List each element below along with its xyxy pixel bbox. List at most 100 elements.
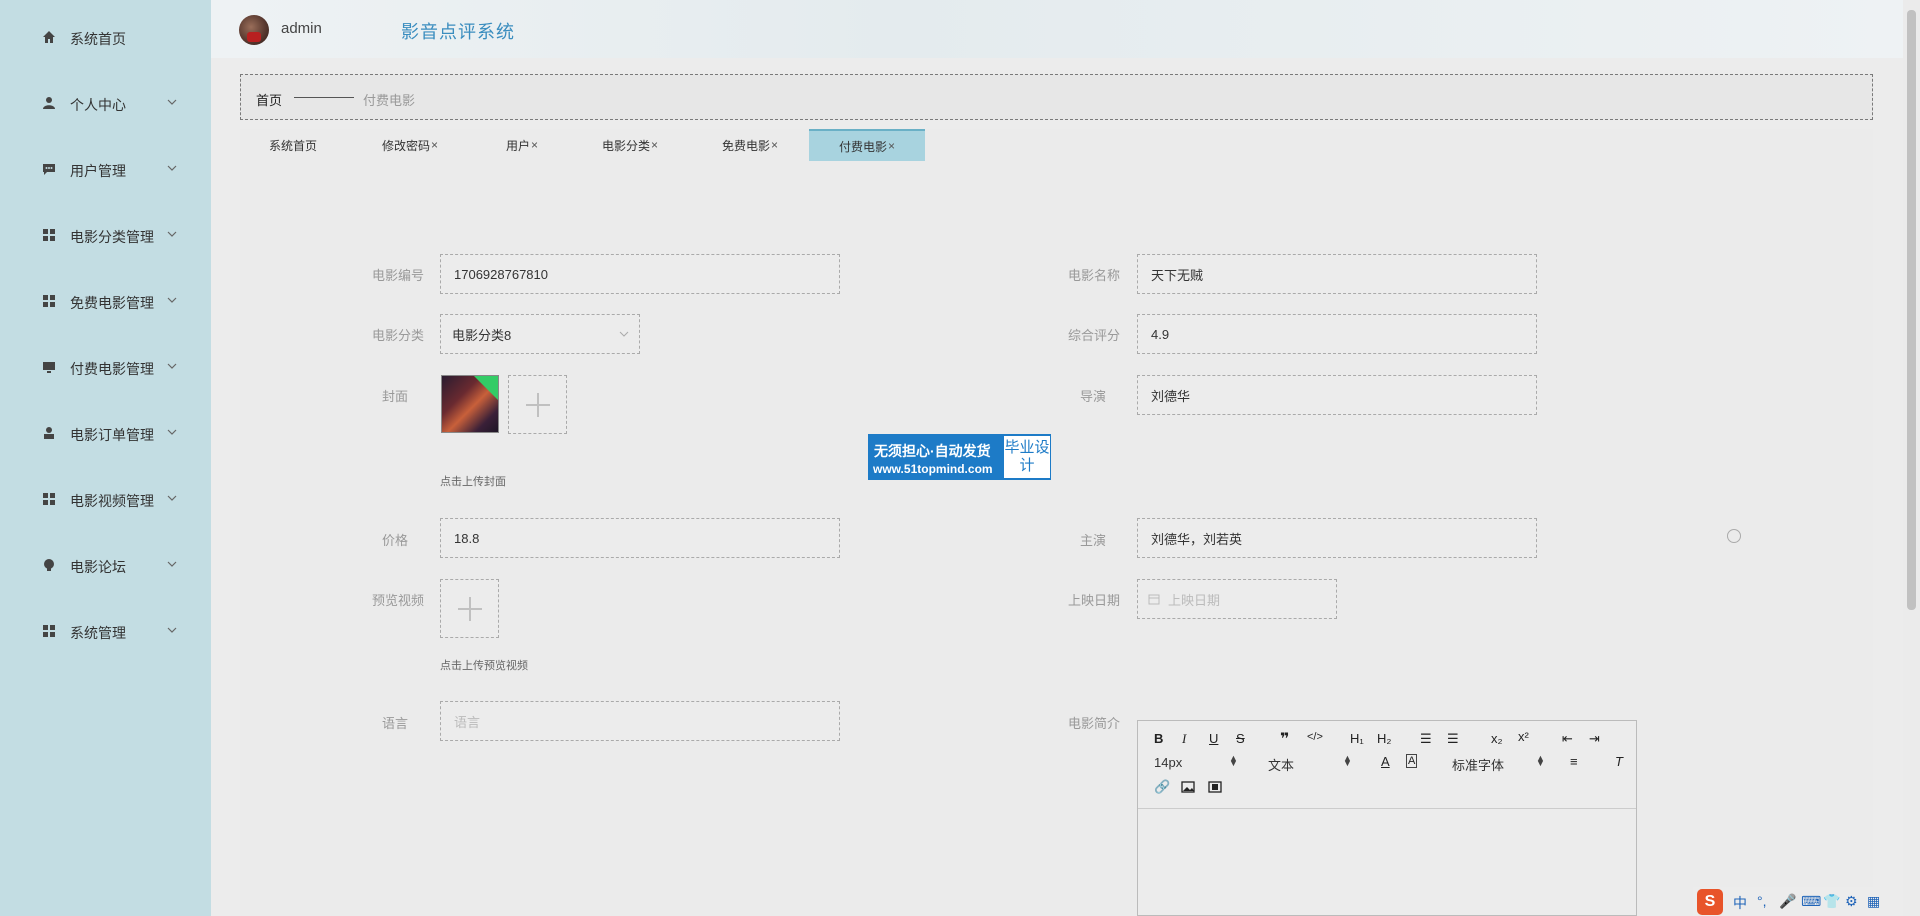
sidebar-item-videos[interactable]: 电影视频管理 <box>0 484 211 514</box>
price-input[interactable]: 18.8 <box>440 518 840 558</box>
breadcrumb-home[interactable]: 首页 <box>256 90 282 109</box>
close-icon[interactable]: × <box>771 138 778 152</box>
scroll-thumb[interactable] <box>1907 10 1916 610</box>
sidebar-item-label: 电影视频管理 <box>70 493 154 509</box>
category-select[interactable]: 电影分类8 <box>440 314 640 354</box>
indent-icon[interactable]: ⇥ <box>1589 731 1600 747</box>
sidebar-item-home[interactable]: 系统首页 <box>0 22 211 52</box>
grid-icon <box>43 229 55 241</box>
release-date-picker[interactable]: 上映日期 <box>1137 579 1337 619</box>
category-select-value: 电影分类8 <box>452 327 512 343</box>
font-family-select[interactable]: 标准字体 <box>1452 755 1504 774</box>
sidebar-item-label: 用户管理 <box>70 163 126 179</box>
ime-language[interactable]: 中 <box>1733 893 1747 913</box>
video-icon[interactable] <box>1208 781 1222 793</box>
blockquote-icon[interactable]: ❞ <box>1280 729 1289 749</box>
tab-users[interactable]: 用户 × <box>492 129 552 161</box>
ime-toolbar: S 中 °, 🎤 ⌨ 👕 ⚙ ▦ <box>1693 887 1903 916</box>
chat-icon <box>43 164 55 175</box>
cover-thumbnail[interactable] <box>441 375 499 433</box>
subscript-icon[interactable]: x₂ <box>1491 731 1503 746</box>
sidebar-item-orders[interactable]: 电影订单管理 <box>0 418 211 448</box>
select-arrows-icon: ▲ ▼ <box>1536 753 1545 768</box>
label-movie-name: 电影名称 <box>1067 268 1120 283</box>
breadcrumb: 首页 付费电影 <box>240 74 1873 120</box>
sidebar-item-system[interactable]: 系统管理 <box>0 616 211 646</box>
sidebar-item-free-movies[interactable]: 免费电影管理 <box>0 286 211 316</box>
header1-icon[interactable]: H₁ <box>1350 731 1364 746</box>
tab-free-movies[interactable]: 免费电影 × <box>710 129 790 161</box>
label-price: 价格 <box>381 533 408 548</box>
bullet-list-icon[interactable]: ☰ <box>1447 731 1459 747</box>
intro-rich-editor[interactable]: B I U S ❞ </> H₁ H₂ ☰ ☰ x₂ x² ⇤ ⇥ 14px ▲… <box>1137 720 1637 916</box>
user-icon <box>43 97 55 109</box>
monitor-icon <box>43 362 55 373</box>
background-color-icon[interactable]: A <box>1406 754 1418 768</box>
chevron-down-icon <box>167 231 177 237</box>
watermark-badge: 无须担心·自动发货 www.51topmind.com 毕业设计 <box>868 434 1051 480</box>
close-icon[interactable]: × <box>431 138 438 152</box>
strike-icon[interactable]: S <box>1236 731 1245 746</box>
bold-icon[interactable]: B <box>1154 731 1163 746</box>
rating-input[interactable]: 4.9 <box>1137 314 1537 354</box>
avatar[interactable] <box>239 15 269 45</box>
chevron-down-icon <box>167 627 177 633</box>
underline-icon[interactable]: U <box>1209 731 1218 746</box>
sidebar-item-profile[interactable]: 个人中心 <box>0 88 211 118</box>
close-icon[interactable]: × <box>651 138 658 152</box>
outdent-icon[interactable]: ⇤ <box>1562 731 1573 747</box>
admin-name[interactable]: admin <box>281 20 322 37</box>
tab-label: 系统首页 <box>268 138 317 153</box>
sidebar-item-label: 电影订单管理 <box>70 427 154 443</box>
tab-home[interactable]: 系统首页 <box>258 129 328 161</box>
preview-upload-button[interactable] <box>440 579 499 638</box>
superscript-icon[interactable]: x² <box>1518 729 1529 744</box>
header2-icon[interactable]: H₂ <box>1377 731 1391 746</box>
select-arrows-icon: ▲ ▼ <box>1229 753 1238 768</box>
sidebar-item-label: 电影分类管理 <box>70 229 154 245</box>
microphone-icon[interactable]: 🎤 <box>1779 893 1796 910</box>
sidebar-item-forum[interactable]: 电影论坛 <box>0 550 211 580</box>
chevron-down-icon <box>167 99 177 105</box>
sidebar-item-paid-movies[interactable]: 付费电影管理 <box>0 352 211 382</box>
cover-upload-button[interactable] <box>508 375 567 434</box>
tab-change-password[interactable]: 修改密码 × <box>370 129 450 161</box>
sidebar-item-label: 个人中心 <box>70 97 126 113</box>
release-date-placeholder: 上映日期 <box>1168 592 1221 608</box>
label-cover: 封面 <box>381 389 408 404</box>
ime-punct[interactable]: °, <box>1757 893 1767 909</box>
toolbox-icon[interactable]: ⚙ <box>1845 893 1858 910</box>
sidebar-item-category[interactable]: 电影分类管理 <box>0 220 211 250</box>
font-size-select[interactable]: 14px <box>1154 755 1182 770</box>
clear-icon[interactable] <box>1727 529 1741 543</box>
tab-movie-category[interactable]: 电影分类 × <box>590 129 670 161</box>
chevron-down-icon <box>167 363 177 369</box>
watermark-line1: 无须担心·自动发货 <box>874 443 991 459</box>
sogou-logo-icon[interactable]: S <box>1697 889 1723 915</box>
italic-icon[interactable]: I <box>1182 731 1186 747</box>
preview-upload-hint: 点击上传预览视频 <box>440 660 528 672</box>
close-icon[interactable]: × <box>888 139 895 153</box>
actors-input[interactable]: 刘德华，刘若英 <box>1137 518 1537 558</box>
breadcrumb-current: 付费电影 <box>363 93 416 108</box>
movie-name-input[interactable]: 天下无贼 <box>1137 254 1537 294</box>
page-scrollbar[interactable] <box>1903 0 1920 916</box>
keyboard-icon[interactable]: ⌨ <box>1801 893 1821 910</box>
header-select[interactable]: 文本 <box>1268 755 1294 774</box>
sidebar-item-users[interactable]: 用户管理 <box>0 154 211 184</box>
grid-icon[interactable]: ▦ <box>1867 893 1880 910</box>
director-input[interactable]: 刘德华 <box>1137 375 1537 415</box>
image-icon[interactable] <box>1181 781 1195 793</box>
person-icon <box>44 427 54 439</box>
align-icon[interactable]: ≡ <box>1570 754 1578 769</box>
clear-format-icon[interactable]: T <box>1615 754 1623 769</box>
language-input[interactable]: 语言 <box>440 701 840 741</box>
code-icon[interactable]: </> <box>1307 731 1323 743</box>
movie-no-input[interactable]: 1706928767810 <box>440 254 840 294</box>
text-color-icon[interactable]: A <box>1381 754 1390 769</box>
ordered-list-icon[interactable]: ☰ <box>1420 731 1432 747</box>
close-icon[interactable]: × <box>531 138 538 152</box>
skin-icon[interactable]: 👕 <box>1823 893 1840 910</box>
tab-paid-movies[interactable]: 付费电影 × <box>809 129 925 161</box>
link-icon[interactable]: 🔗 <box>1154 779 1170 795</box>
